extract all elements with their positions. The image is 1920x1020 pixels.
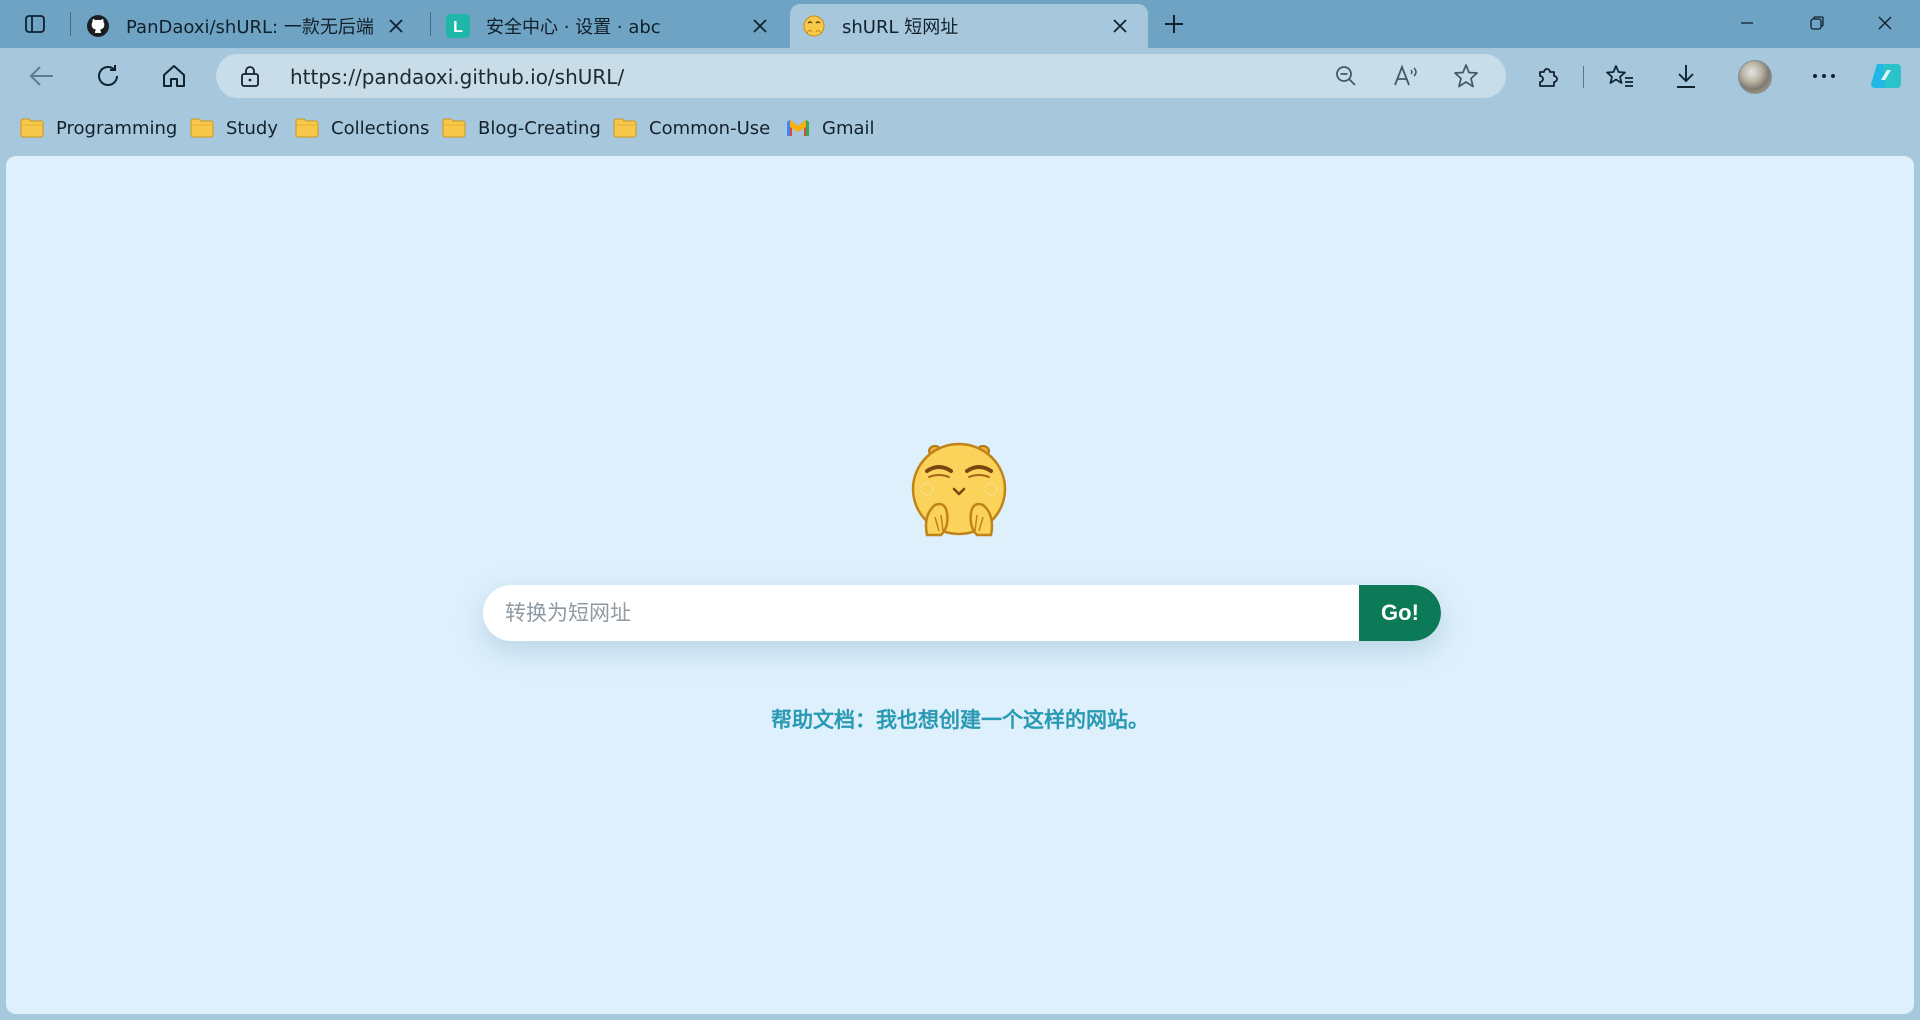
downloads-button[interactable] — [1666, 56, 1706, 96]
lock-icon[interactable] — [238, 64, 262, 88]
url-text[interactable]: https://pandaoxi.github.io/shURL/ — [290, 65, 624, 89]
tab-actions-icon — [25, 15, 45, 33]
restore-icon — [1810, 16, 1824, 30]
tab-close-icon[interactable] — [748, 14, 772, 38]
emoji-mascot-icon — [802, 14, 826, 38]
go-button[interactable]: Go! — [1359, 585, 1441, 641]
folder-icon — [190, 117, 214, 139]
favorite-folder-programming[interactable]: Programming — [20, 114, 177, 142]
extensions-button[interactable] — [1528, 56, 1568, 96]
refresh-button[interactable] — [88, 56, 128, 96]
tab-close-icon[interactable] — [1108, 14, 1132, 38]
restore-button[interactable] — [1782, 0, 1852, 46]
download-icon — [1677, 65, 1695, 88]
favorite-label: Programming — [56, 117, 178, 139]
page-viewport: Go! 帮助文档：我也想创建一个这样的网站。 — [6, 156, 1914, 1014]
tab-title: PanDaoxi/shURL: 一款无后端的 — [126, 17, 374, 38]
shorten-url-form: Go! — [483, 585, 1441, 641]
folder-icon — [442, 117, 466, 139]
read-aloud-icon[interactable] — [1392, 62, 1420, 90]
tab-title: 安全中心 · 设置 · abc — [486, 17, 661, 38]
close-icon — [1878, 16, 1892, 30]
minimize-button[interactable] — [1712, 0, 1782, 46]
new-tab-button[interactable] — [1156, 8, 1192, 40]
tab-github[interactable]: PanDaoxi/shURL: 一款无后端的 — [74, 4, 424, 48]
favorite-star-icon[interactable] — [1452, 62, 1480, 90]
copilot-icon — [1871, 64, 1901, 88]
favorites-list-icon — [1606, 65, 1633, 87]
puzzle-icon — [1539, 68, 1558, 87]
more-dots-icon — [1813, 74, 1835, 78]
gmail-icon — [786, 117, 810, 139]
folder-icon — [20, 117, 44, 139]
tab-strip: PanDaoxi/shURL: 一款无后端的 L 安全中心 · 设置 · abc… — [0, 0, 1920, 48]
favorite-link-gmail[interactable]: Gmail — [786, 114, 875, 142]
toolbar-separator — [1583, 66, 1584, 88]
favorite-label: Gmail — [822, 117, 875, 139]
profile-avatar[interactable] — [1738, 60, 1772, 94]
close-window-button[interactable] — [1850, 0, 1920, 46]
favorite-label: Study — [226, 117, 278, 139]
tab-title: shURL 短网址 — [842, 17, 959, 38]
minimize-icon — [1741, 22, 1753, 24]
favorite-folder-blog-creating[interactable]: Blog-Creating — [442, 114, 601, 142]
mascot-emoji-image — [911, 442, 1007, 537]
tab-separator — [70, 12, 71, 36]
plus-icon — [1165, 15, 1183, 33]
back-button[interactable] — [22, 56, 62, 96]
github-icon — [86, 14, 110, 38]
favorites-bar: Programming Study Collections Blog-Creat… — [0, 104, 1920, 152]
l-app-icon: L — [446, 14, 470, 38]
tab-separator — [430, 12, 431, 36]
tab-actions-menu-button[interactable] — [12, 6, 58, 42]
copilot-button[interactable] — [1866, 56, 1906, 96]
favorite-folder-collections[interactable]: Collections — [295, 114, 429, 142]
address-bar[interactable]: https://pandaoxi.github.io/shURL/ — [216, 54, 1506, 98]
refresh-icon — [98, 65, 118, 86]
favorite-label: Collections — [331, 117, 430, 139]
navigation-toolbar: https://pandaoxi.github.io/shURL/ — [0, 48, 1920, 104]
settings-more-button[interactable] — [1804, 56, 1844, 96]
folder-icon — [295, 117, 319, 139]
tab-security-center[interactable]: L 安全中心 · 设置 · abc — [434, 4, 788, 48]
home-icon — [163, 65, 185, 87]
favorite-folder-common-use[interactable]: Common-Use — [613, 114, 770, 142]
home-button[interactable] — [154, 56, 194, 96]
svg-text:L: L — [453, 19, 463, 36]
zoom-out-icon[interactable] — [1332, 62, 1360, 90]
folder-icon — [613, 117, 637, 139]
tab-shurl[interactable]: shURL 短网址 — [790, 4, 1148, 48]
long-url-input[interactable] — [483, 585, 1359, 641]
favorite-label: Common-Use — [649, 117, 771, 139]
help-docs-link[interactable]: 帮助文档：我也想创建一个这样的网站。 — [6, 704, 1914, 734]
tab-close-icon[interactable] — [384, 14, 408, 38]
favorites-button[interactable] — [1600, 56, 1640, 96]
favorite-label: Blog-Creating — [478, 117, 601, 139]
arrow-left-icon — [29, 66, 53, 86]
favorite-folder-study[interactable]: Study — [190, 114, 278, 142]
